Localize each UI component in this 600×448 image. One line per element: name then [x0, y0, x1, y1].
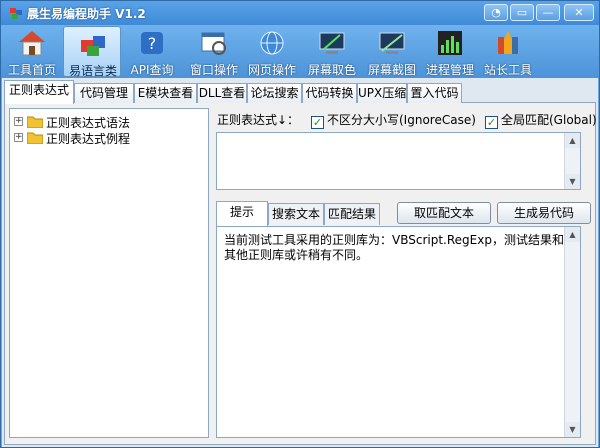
tab-regex[interactable]: 正则表达式: [4, 80, 74, 104]
webmaster-icon: [497, 31, 519, 54]
tab-upx[interactable]: UPX压缩: [357, 83, 407, 103]
main-toolbar: 工具首页 易语言类 ? API查询 窗口操作 网页操作 屏幕取色 屏幕截图 进程…: [1, 25, 599, 78]
checkmark-icon[interactable]: ✓: [485, 116, 498, 129]
toolbar-process[interactable]: 进程管理: [421, 26, 479, 77]
screenshot-icon: [379, 32, 405, 54]
expand-icon[interactable]: +: [14, 117, 23, 126]
global-match-checkbox[interactable]: ✓ 全局匹配(Global): [485, 111, 597, 129]
toolbar-web[interactable]: 网页操作: [243, 26, 301, 77]
app-title: 晨生易编程助手 V1.2: [27, 7, 146, 21]
match-text-button[interactable]: 取匹配文本: [397, 202, 491, 224]
regex-input[interactable]: ▲ ▼: [216, 132, 581, 190]
output-scrollbar[interactable]: ▲ ▼: [564, 227, 580, 437]
scroll-up-icon[interactable]: ▲: [565, 227, 580, 242]
minimize-button[interactable]: —: [536, 4, 560, 21]
toolbar-label: 易语言类: [68, 64, 117, 78]
tab-code-manage[interactable]: 代码管理: [74, 83, 134, 103]
ignore-case-checkbox[interactable]: ✓ 不区分大小写(IgnoreCase): [311, 111, 476, 129]
folder-icon: [27, 116, 43, 128]
toolbar-label: 屏幕取色: [307, 63, 356, 77]
tree-label: 正则表达式语法: [46, 116, 131, 130]
home-icon: [19, 31, 45, 56]
toolbar-screenshot[interactable]: 屏幕截图: [363, 26, 421, 77]
toolbar-window[interactable]: 窗口操作: [185, 26, 243, 77]
blocks-icon: [81, 36, 105, 56]
api-help-icon: ?: [141, 32, 163, 54]
toolbar-label: API查询: [130, 63, 174, 77]
checkmark-icon[interactable]: ✓: [311, 116, 324, 129]
toolbar-label: 屏幕截图: [367, 63, 416, 77]
output-text: 当前测试工具采用的正则库为：VBScript.RegExp，测试结果和其他正则库…: [224, 233, 564, 262]
tab-forum-search[interactable]: 论坛搜索: [247, 83, 302, 103]
toolbar-color[interactable]: 屏幕取色: [303, 26, 361, 77]
menu-button[interactable]: ▭: [510, 4, 534, 21]
toolbar-elang[interactable]: 易语言类: [63, 26, 121, 78]
color-picker-icon: [319, 32, 345, 54]
tab-e-module[interactable]: E模块查看: [134, 83, 197, 103]
toolbar-api[interactable]: ? API查询: [123, 26, 181, 77]
toolbar-label: 网页操作: [247, 63, 296, 77]
subtab-search-text[interactable]: 搜索文本: [268, 203, 324, 225]
subtab-match-results[interactable]: 匹配结果: [324, 203, 380, 225]
title-bar[interactable]: 晨生易编程助手 V1.2 ◔ ▭ — ✕: [1, 1, 599, 25]
tab-insert-code[interactable]: 置入代码: [407, 83, 462, 103]
toolbar-webmaster[interactable]: 站长工具: [479, 26, 537, 77]
regex-input-scrollbar[interactable]: ▲ ▼: [564, 133, 580, 189]
expand-icon[interactable]: +: [14, 133, 23, 142]
close-button[interactable]: ✕: [564, 4, 594, 21]
globe-icon: [260, 31, 284, 55]
toolbar-label: 进程管理: [425, 63, 474, 77]
toolbar-home[interactable]: 工具首页: [3, 26, 61, 77]
toolbar-label: 窗口操作: [189, 63, 238, 77]
regex-label: 正则表达式↓：: [217, 113, 300, 127]
window-icon: [201, 32, 226, 55]
output-box[interactable]: 当前测试工具采用的正则库为：VBScript.RegExp，测试结果和其他正则库…: [216, 226, 581, 438]
app-window: 晨生易编程助手 V1.2 ◔ ▭ — ✕ 工具首页 易语言类 ? API查询 窗…: [0, 0, 600, 448]
global-match-label: 全局匹配(Global): [501, 113, 597, 127]
content-area: 正则表达式 代码管理 E模块查看 DLL查看 论坛搜索 代码转换 UPX压缩 置…: [2, 78, 598, 447]
subtab-tips[interactable]: 提示: [216, 201, 268, 226]
main-tabs: 正则表达式 代码管理 E模块查看 DLL查看 论坛搜索 代码转换 UPX压缩 置…: [4, 80, 596, 104]
scroll-down-icon[interactable]: ▼: [565, 422, 580, 437]
ignore-case-label: 不区分大小写(IgnoreCase): [327, 113, 476, 127]
skin-button[interactable]: ◔: [484, 4, 508, 21]
toolbar-label: 站长工具: [483, 63, 532, 77]
toolbar-label: 工具首页: [7, 63, 56, 77]
generate-code-button[interactable]: 生成易代码: [497, 202, 591, 224]
process-icon: [438, 31, 462, 55]
tab-dll-view[interactable]: DLL查看: [197, 83, 247, 103]
tree-label: 正则表达式例程: [46, 132, 131, 146]
svg-text:?: ?: [148, 34, 157, 53]
folder-icon: [27, 132, 43, 144]
scroll-up-icon[interactable]: ▲: [565, 133, 580, 148]
scroll-down-icon[interactable]: ▼: [565, 174, 580, 189]
app-icon: [10, 8, 22, 19]
tab-code-convert[interactable]: 代码转换: [302, 83, 357, 103]
regex-tree[interactable]: + 正则表达式语法 + 正则表达式例程: [9, 108, 209, 438]
regex-panel: + 正则表达式语法 + 正则表达式例程 正则表达式↓： ✓ 不区分大小写(Ign…: [4, 103, 597, 445]
